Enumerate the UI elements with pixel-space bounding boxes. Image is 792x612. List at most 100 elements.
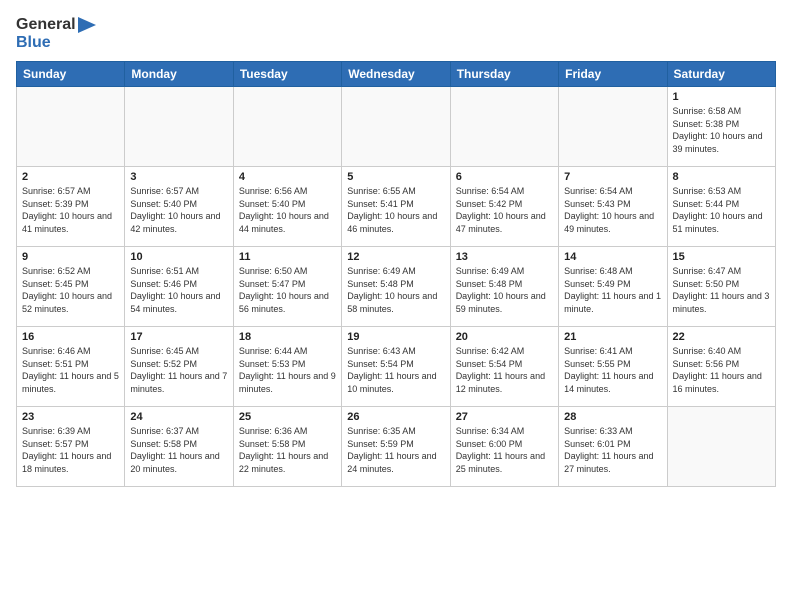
day-info: Sunrise: 6:44 AM Sunset: 5:53 PM Dayligh…: [239, 345, 336, 395]
calendar-cell: [450, 87, 558, 167]
day-number: 15: [673, 251, 770, 263]
weekday-sunday: Sunday: [17, 62, 125, 87]
day-info: Sunrise: 6:35 AM Sunset: 5:59 PM Dayligh…: [347, 425, 444, 475]
calendar-cell: 5 Sunrise: 6:55 AM Sunset: 5:41 PM Daylig…: [342, 167, 450, 247]
weekday-header-row: SundayMondayTuesdayWednesdayThursdayFrid…: [17, 62, 776, 87]
day-number: 22: [673, 331, 770, 343]
day-number: 12: [347, 251, 444, 263]
day-info: Sunrise: 6:53 AM Sunset: 5:44 PM Dayligh…: [673, 185, 770, 235]
day-number: 17: [130, 331, 227, 343]
day-info: Sunrise: 6:58 AM Sunset: 5:38 PM Dayligh…: [673, 105, 770, 155]
calendar-cell: 4 Sunrise: 6:56 AM Sunset: 5:40 PM Daylig…: [233, 167, 341, 247]
day-number: 24: [130, 411, 227, 423]
day-number: 18: [239, 331, 336, 343]
calendar-cell: 15 Sunrise: 6:47 AM Sunset: 5:50 PM Dayli…: [667, 247, 775, 327]
logo-container: General Blue: [16, 16, 96, 51]
calendar-cell: 28 Sunrise: 6:33 AM Sunset: 6:01 PM Dayli…: [559, 407, 667, 487]
calendar-cell: 18 Sunrise: 6:44 AM Sunset: 5:53 PM Dayli…: [233, 327, 341, 407]
calendar-cell: 27 Sunrise: 6:34 AM Sunset: 6:00 PM Dayli…: [450, 407, 558, 487]
calendar-cell: [342, 87, 450, 167]
day-number: 25: [239, 411, 336, 423]
weekday-friday: Friday: [559, 62, 667, 87]
day-number: 13: [456, 251, 553, 263]
calendar-cell: [667, 407, 775, 487]
calendar-cell: [125, 87, 233, 167]
calendar-cell: 16 Sunrise: 6:46 AM Sunset: 5:51 PM Dayli…: [17, 327, 125, 407]
day-number: 21: [564, 331, 661, 343]
calendar-cell: [17, 87, 125, 167]
calendar-cell: 14 Sunrise: 6:48 AM Sunset: 5:49 PM Dayli…: [559, 247, 667, 327]
calendar-cell: 7Sunrise: 6:54 AM Sunset: 5:43 PM Daylig…: [559, 167, 667, 247]
day-info: Sunrise: 6:54 AM Sunset: 5:43 PM Dayligh…: [564, 185, 661, 235]
day-info: Sunrise: 6:56 AM Sunset: 5:40 PM Dayligh…: [239, 185, 336, 235]
day-info: Sunrise: 6:57 AM Sunset: 5:39 PM Dayligh…: [22, 185, 119, 235]
calendar-cell: 23 Sunrise: 6:39 AM Sunset: 5:57 PM Dayli…: [17, 407, 125, 487]
day-info: Sunrise: 6:54 AM Sunset: 5:42 PM Dayligh…: [456, 185, 553, 235]
day-info: Sunrise: 6:42 AM Sunset: 5:54 PM Dayligh…: [456, 345, 553, 395]
day-info: Sunrise: 6:34 AM Sunset: 6:00 PM Dayligh…: [456, 425, 553, 475]
weekday-wednesday: Wednesday: [342, 62, 450, 87]
header: General Blue: [16, 16, 776, 51]
weekday-monday: Monday: [125, 62, 233, 87]
week-row-4: 23 Sunrise: 6:39 AM Sunset: 5:57 PM Dayli…: [17, 407, 776, 487]
weekday-tuesday: Tuesday: [233, 62, 341, 87]
day-info: Sunrise: 6:51 AM Sunset: 5:46 PM Dayligh…: [130, 265, 227, 315]
day-number: 11: [239, 251, 336, 263]
day-number: 10: [130, 251, 227, 263]
day-info: Sunrise: 6:43 AM Sunset: 5:54 PM Dayligh…: [347, 345, 444, 395]
day-number: 23: [22, 411, 119, 423]
calendar-cell: [559, 87, 667, 167]
calendar-cell: [233, 87, 341, 167]
day-number: 27: [456, 411, 553, 423]
calendar-cell: 21 Sunrise: 6:41 AM Sunset: 5:55 PM Dayli…: [559, 327, 667, 407]
logo: General Blue: [16, 16, 96, 51]
calendar-cell: 24 Sunrise: 6:37 AM Sunset: 5:58 PM Dayli…: [125, 407, 233, 487]
calendar-cell: 11 Sunrise: 6:50 AM Sunset: 5:47 PM Dayli…: [233, 247, 341, 327]
day-number: 19: [347, 331, 444, 343]
day-number: 9: [22, 251, 119, 263]
day-number: 5: [347, 171, 444, 183]
day-number: 6: [456, 171, 553, 183]
day-info: Sunrise: 6:39 AM Sunset: 5:57 PM Dayligh…: [22, 425, 119, 475]
weekday-saturday: Saturday: [667, 62, 775, 87]
day-info: Sunrise: 6:55 AM Sunset: 5:41 PM Dayligh…: [347, 185, 444, 235]
day-info: Sunrise: 6:47 AM Sunset: 5:50 PM Dayligh…: [673, 265, 770, 315]
logo-general-text: General: [16, 16, 76, 34]
logo-arrow-icon: [78, 17, 96, 33]
calendar-cell: 9 Sunrise: 6:52 AM Sunset: 5:45 PM Daylig…: [17, 247, 125, 327]
calendar-cell: 26 Sunrise: 6:35 AM Sunset: 5:59 PM Dayli…: [342, 407, 450, 487]
week-row-2: 9 Sunrise: 6:52 AM Sunset: 5:45 PM Daylig…: [17, 247, 776, 327]
day-number: 8: [673, 171, 770, 183]
day-number: 14: [564, 251, 661, 263]
calendar-cell: 8 Sunrise: 6:53 AM Sunset: 5:44 PM Daylig…: [667, 167, 775, 247]
day-info: Sunrise: 6:48 AM Sunset: 5:49 PM Dayligh…: [564, 265, 661, 315]
day-info: Sunrise: 6:49 AM Sunset: 5:48 PM Dayligh…: [456, 265, 553, 315]
calendar-cell: 2Sunrise: 6:57 AM Sunset: 5:39 PM Daylig…: [17, 167, 125, 247]
calendar-cell: 12 Sunrise: 6:49 AM Sunset: 5:48 PM Dayli…: [342, 247, 450, 327]
day-info: Sunrise: 6:33 AM Sunset: 6:01 PM Dayligh…: [564, 425, 661, 475]
calendar-cell: 1Sunrise: 6:58 AM Sunset: 5:38 PM Daylig…: [667, 87, 775, 167]
day-info: Sunrise: 6:36 AM Sunset: 5:58 PM Dayligh…: [239, 425, 336, 475]
week-row-1: 2Sunrise: 6:57 AM Sunset: 5:39 PM Daylig…: [17, 167, 776, 247]
day-number: 16: [22, 331, 119, 343]
day-number: 28: [564, 411, 661, 423]
calendar-cell: 20Sunrise: 6:42 AM Sunset: 5:54 PM Dayli…: [450, 327, 558, 407]
week-row-3: 16 Sunrise: 6:46 AM Sunset: 5:51 PM Dayli…: [17, 327, 776, 407]
page: General Blue SundayMondayTuesdayWednesda…: [0, 0, 792, 612]
day-number: 4: [239, 171, 336, 183]
day-info: Sunrise: 6:45 AM Sunset: 5:52 PM Dayligh…: [130, 345, 227, 395]
day-info: Sunrise: 6:37 AM Sunset: 5:58 PM Dayligh…: [130, 425, 227, 475]
day-info: Sunrise: 6:49 AM Sunset: 5:48 PM Dayligh…: [347, 265, 444, 315]
day-info: Sunrise: 6:46 AM Sunset: 5:51 PM Dayligh…: [22, 345, 119, 395]
logo-blue-text: Blue: [16, 34, 96, 52]
day-number: 26: [347, 411, 444, 423]
day-info: Sunrise: 6:50 AM Sunset: 5:47 PM Dayligh…: [239, 265, 336, 315]
day-info: Sunrise: 6:40 AM Sunset: 5:56 PM Dayligh…: [673, 345, 770, 395]
day-info: Sunrise: 6:41 AM Sunset: 5:55 PM Dayligh…: [564, 345, 661, 395]
calendar-cell: 25 Sunrise: 6:36 AM Sunset: 5:58 PM Dayli…: [233, 407, 341, 487]
calendar-cell: 17 Sunrise: 6:45 AM Sunset: 5:52 PM Dayli…: [125, 327, 233, 407]
day-info: Sunrise: 6:52 AM Sunset: 5:45 PM Dayligh…: [22, 265, 119, 315]
calendar-cell: 10 Sunrise: 6:51 AM Sunset: 5:46 PM Dayli…: [125, 247, 233, 327]
weekday-thursday: Thursday: [450, 62, 558, 87]
calendar-cell: 22 Sunrise: 6:40 AM Sunset: 5:56 PM Dayli…: [667, 327, 775, 407]
